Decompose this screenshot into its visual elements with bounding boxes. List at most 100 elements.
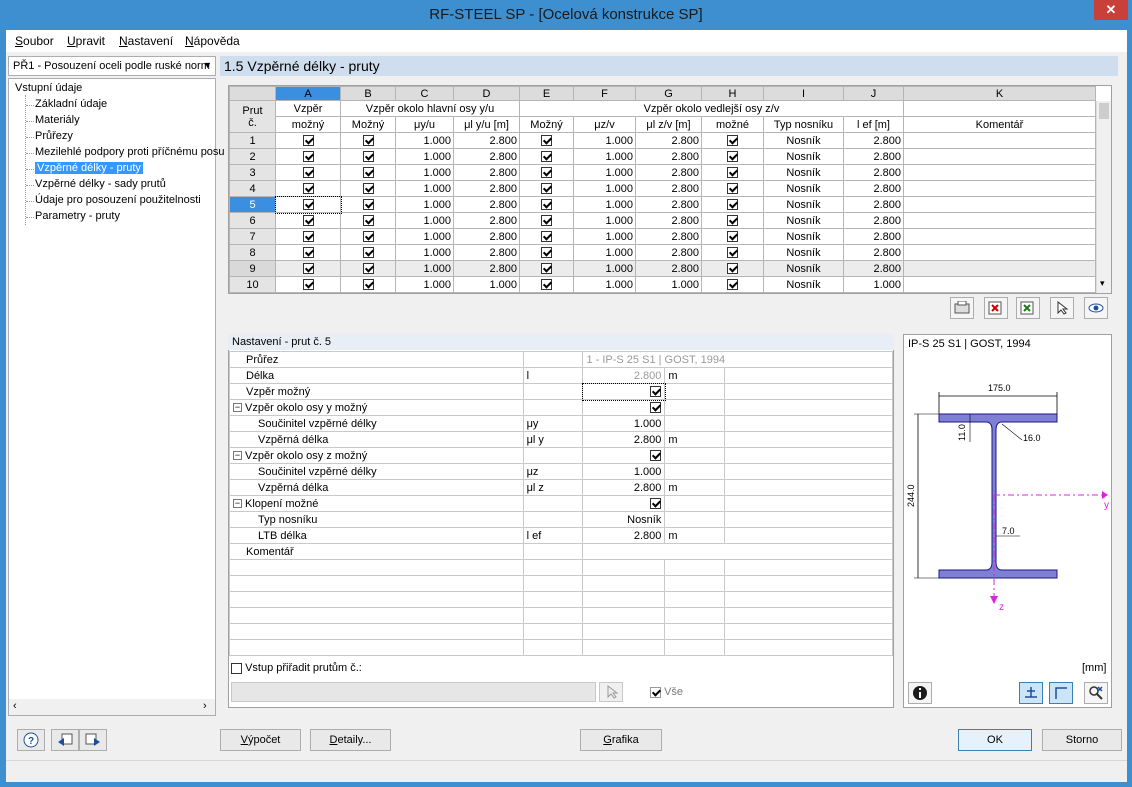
tree-item-vzperne-delky-pruty[interactable]: Vzpěrné délky - pruty — [35, 162, 143, 174]
col-letter-f[interactable]: F — [573, 86, 636, 101]
checkbox[interactable] — [362, 135, 374, 147]
col-letter-e[interactable]: E — [519, 86, 574, 101]
checkbox[interactable] — [541, 199, 552, 211]
graphics-button[interactable]: Grafika — [580, 729, 662, 751]
cell-e[interactable] — [519, 276, 574, 293]
checkbox[interactable] — [362, 279, 374, 291]
cell-b[interactable] — [340, 132, 396, 149]
cell-i[interactable]: Nosník — [763, 276, 844, 293]
cell-f[interactable]: 1.000 — [573, 148, 636, 165]
cell-i[interactable]: Nosník — [763, 132, 844, 149]
cell-b[interactable] — [340, 276, 396, 293]
tree-item-mezilehle-podpory[interactable]: Mezilehlé podpory proti příčnému posu — [35, 146, 225, 158]
tree-item-zakladni-udaje[interactable]: Základní údaje — [35, 98, 107, 110]
table-row[interactable]: 4 1.000 2.800 1.000 2.800 Nosník 2.800 — [229, 180, 1096, 197]
table-row[interactable]: 6 1.000 2.800 1.000 2.800 Nosník 2.800 — [229, 212, 1096, 229]
table-row[interactable]: 9 1.000 2.800 1.000 2.800 Nosník 2.800 — [229, 260, 1096, 277]
cell-j[interactable]: 2.800 — [843, 132, 904, 149]
cell-g[interactable]: 2.800 — [635, 148, 702, 165]
cell-k[interactable] — [903, 180, 1096, 197]
cell-g[interactable]: 2.800 — [635, 132, 702, 149]
cell-e[interactable] — [519, 164, 574, 181]
cell-j[interactable]: 2.800 — [843, 196, 904, 213]
checkbox[interactable] — [362, 167, 374, 179]
row-number[interactable]: 5 — [229, 196, 276, 213]
row-number[interactable]: 7 — [229, 228, 276, 245]
cell-f[interactable]: 1.000 — [573, 180, 636, 197]
cell-c[interactable]: 1.000 — [395, 148, 454, 165]
settings-value[interactable] — [582, 495, 666, 512]
calculate-button[interactable]: Výpočet — [220, 729, 301, 751]
cell-k[interactable] — [903, 276, 1096, 293]
assign-members-input[interactable] — [231, 682, 596, 702]
cell-c[interactable]: 1.000 — [395, 212, 454, 229]
cell-h[interactable] — [701, 180, 764, 197]
cell-d[interactable]: 2.800 — [453, 148, 520, 165]
cell-a[interactable] — [275, 260, 341, 277]
checkbox[interactable] — [727, 215, 738, 227]
cell-j[interactable]: 2.800 — [843, 260, 904, 277]
checkbox[interactable] — [541, 135, 552, 147]
cell-e[interactable] — [519, 244, 574, 261]
settings-row[interactable]: Součinitel vzpěrné délky μz 1.000 — [229, 463, 893, 480]
reset-view-button[interactable] — [1084, 682, 1108, 704]
settings-row[interactable]: Vzpěr možný — [229, 382, 893, 401]
view-button[interactable] — [1084, 297, 1108, 319]
cell-i[interactable]: Nosník — [763, 164, 844, 181]
tree-item-vzperne-delky-sady[interactable]: Vzpěrné délky - sady prutů — [35, 178, 166, 190]
settings-value[interactable] — [582, 543, 893, 560]
cell-c[interactable]: 1.000 — [395, 180, 454, 197]
cell-f[interactable]: 1.000 — [573, 244, 636, 261]
info-button[interactable] — [908, 682, 932, 704]
menu-soubor[interactable]: Soubor — [15, 34, 54, 48]
cell-k[interactable] — [903, 196, 1096, 213]
cell-k[interactable] — [903, 228, 1096, 245]
settings-row[interactable]: Součinitel vzpěrné délky μy 1.000 — [229, 415, 893, 432]
cell-f[interactable]: 1.000 — [573, 164, 636, 181]
cell-h[interactable] — [701, 276, 764, 293]
cell-b[interactable] — [340, 164, 396, 181]
checkbox[interactable] — [541, 279, 552, 291]
cell-b[interactable] — [340, 260, 396, 277]
settings-value[interactable] — [582, 447, 666, 464]
cell-h[interactable] — [701, 244, 764, 261]
settings-row[interactable]: LTB délka l ef 2.800 m — [229, 527, 893, 544]
all-checkbox-row[interactable]: Vše — [650, 686, 683, 698]
table-row[interactable]: 3 1.000 2.800 1.000 2.800 Nosník 2.800 — [229, 164, 1096, 181]
tree-item-parametry-pruty[interactable]: Parametry - pruty — [35, 210, 120, 222]
cell-b[interactable] — [340, 244, 396, 261]
cell-k[interactable] — [903, 260, 1096, 277]
cell-e[interactable] — [519, 260, 574, 277]
cell-b[interactable] — [340, 180, 396, 197]
cell-j[interactable]: 2.800 — [843, 244, 904, 261]
cell-d[interactable]: 2.800 — [453, 196, 520, 213]
checkbox[interactable] — [362, 215, 374, 227]
settings-value[interactable]: 1.000 — [582, 415, 666, 432]
checkbox[interactable] — [362, 199, 374, 211]
table-row[interactable]: 8 1.000 2.800 1.000 2.800 Nosník 2.800 — [229, 244, 1096, 261]
cell-g[interactable]: 1.000 — [635, 276, 702, 293]
settings-value[interactable] — [582, 399, 666, 416]
cell-f[interactable]: 1.000 — [573, 228, 636, 245]
cell-g[interactable]: 2.800 — [635, 196, 702, 213]
cell-b[interactable] — [340, 196, 396, 213]
excel-export-button[interactable] — [984, 297, 1008, 319]
cell-j[interactable]: 2.800 — [843, 148, 904, 165]
scroll-down-icon[interactable]: ▾ — [1100, 278, 1105, 289]
cell-g[interactable]: 2.800 — [635, 180, 702, 197]
checkbox[interactable] — [541, 167, 552, 179]
cell-d[interactable]: 1.000 — [453, 276, 520, 293]
show-dimensions-button[interactable] — [1019, 682, 1043, 704]
checkbox[interactable] — [362, 263, 374, 275]
col-letter-h[interactable]: H — [701, 86, 764, 101]
settings-row[interactable]: Délka l 2.800 m — [229, 367, 893, 384]
checkbox[interactable] — [362, 151, 374, 163]
cell-k[interactable] — [903, 148, 1096, 165]
excel-import-button[interactable] — [1016, 297, 1040, 319]
checkbox[interactable] — [302, 263, 314, 275]
checkbox[interactable] — [541, 263, 552, 275]
cell-g[interactable]: 2.800 — [635, 244, 702, 261]
next-window-button[interactable] — [79, 729, 107, 751]
table-row[interactable]: 1 1.000 2.800 1.000 2.800 Nosník 2.800 — [229, 132, 1096, 149]
cell-b[interactable] — [340, 148, 396, 165]
